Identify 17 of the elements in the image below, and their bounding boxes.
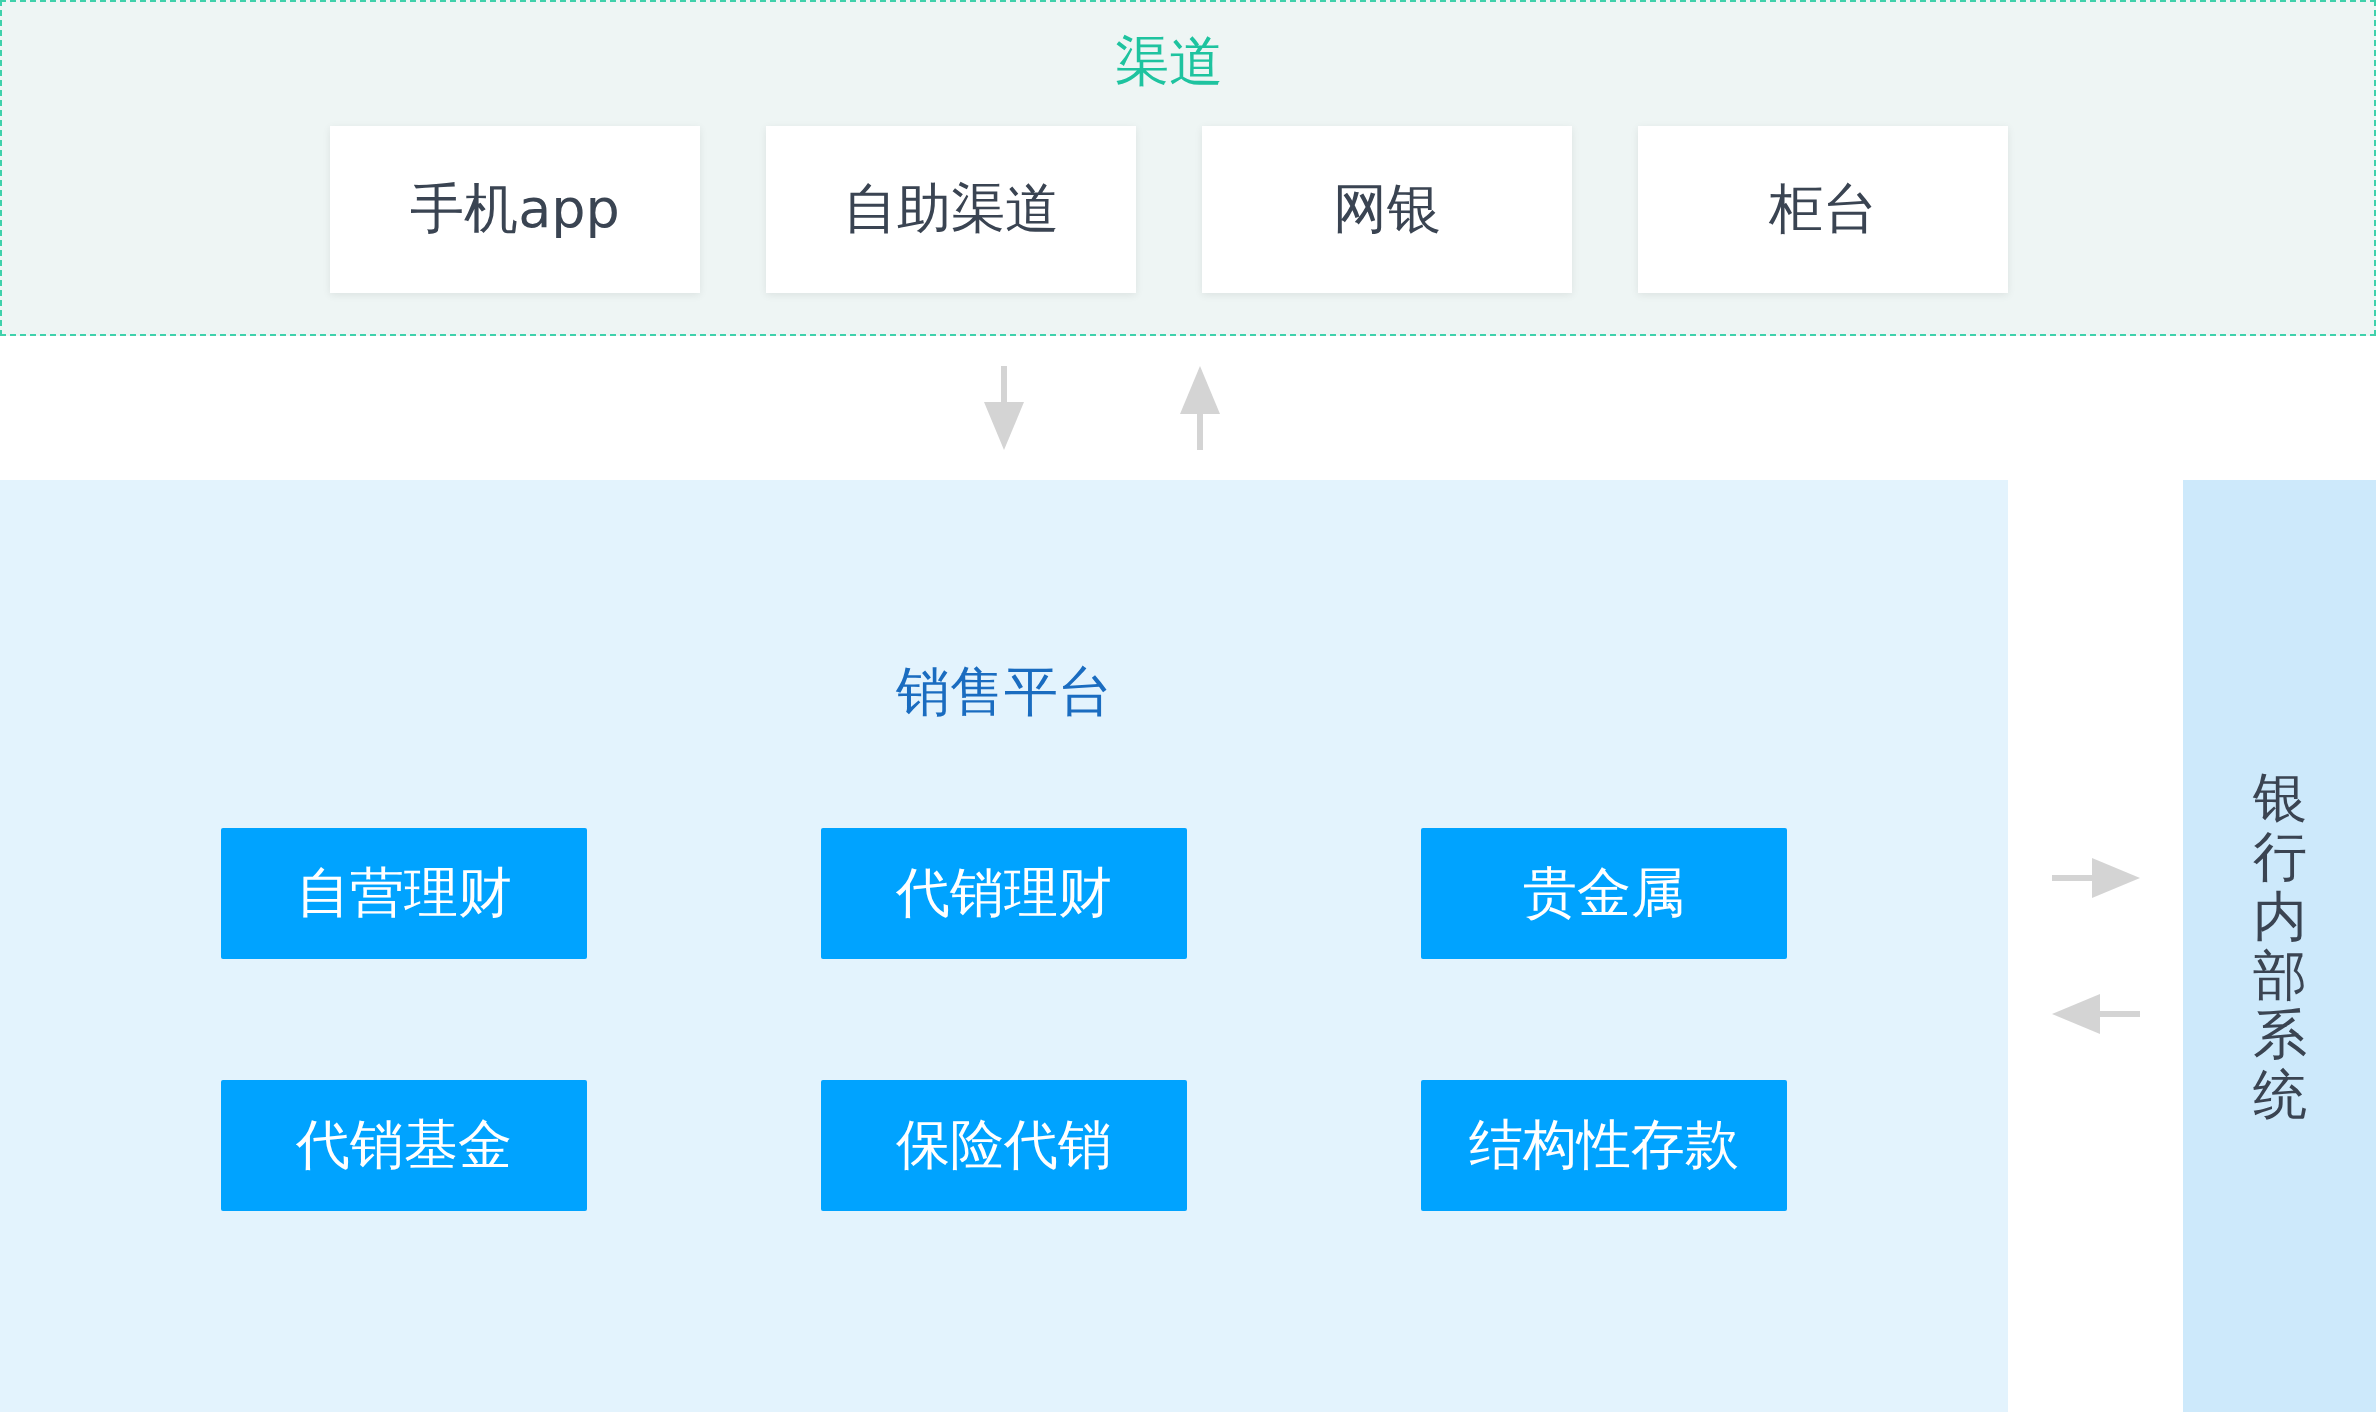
channel-card: 自助渠道: [766, 126, 1136, 293]
channel-card: 手机app: [330, 126, 700, 293]
product-box: 代销基金: [221, 1080, 587, 1211]
channel-title: 渠道: [1115, 30, 1223, 94]
down-arrow-icon: [982, 366, 1026, 450]
product-box: 结构性存款: [1421, 1080, 1787, 1211]
product-box: 自营理财: [221, 828, 587, 959]
internal-system-title: 银行内部系统: [2252, 767, 2307, 1125]
product-box: 贵金属: [1421, 828, 1787, 959]
sales-platform-title: 销售平台: [896, 660, 1112, 724]
channel-card: 网银: [1202, 126, 1572, 293]
left-arrow-icon: [2051, 992, 2140, 1036]
channel-card: 柜台: [1638, 126, 2008, 293]
product-box: 保险代销: [821, 1080, 1187, 1211]
up-arrow-icon: [1178, 366, 1222, 450]
right-arrow-icon: [2051, 856, 2140, 900]
product-box: 代销理财: [821, 828, 1187, 959]
